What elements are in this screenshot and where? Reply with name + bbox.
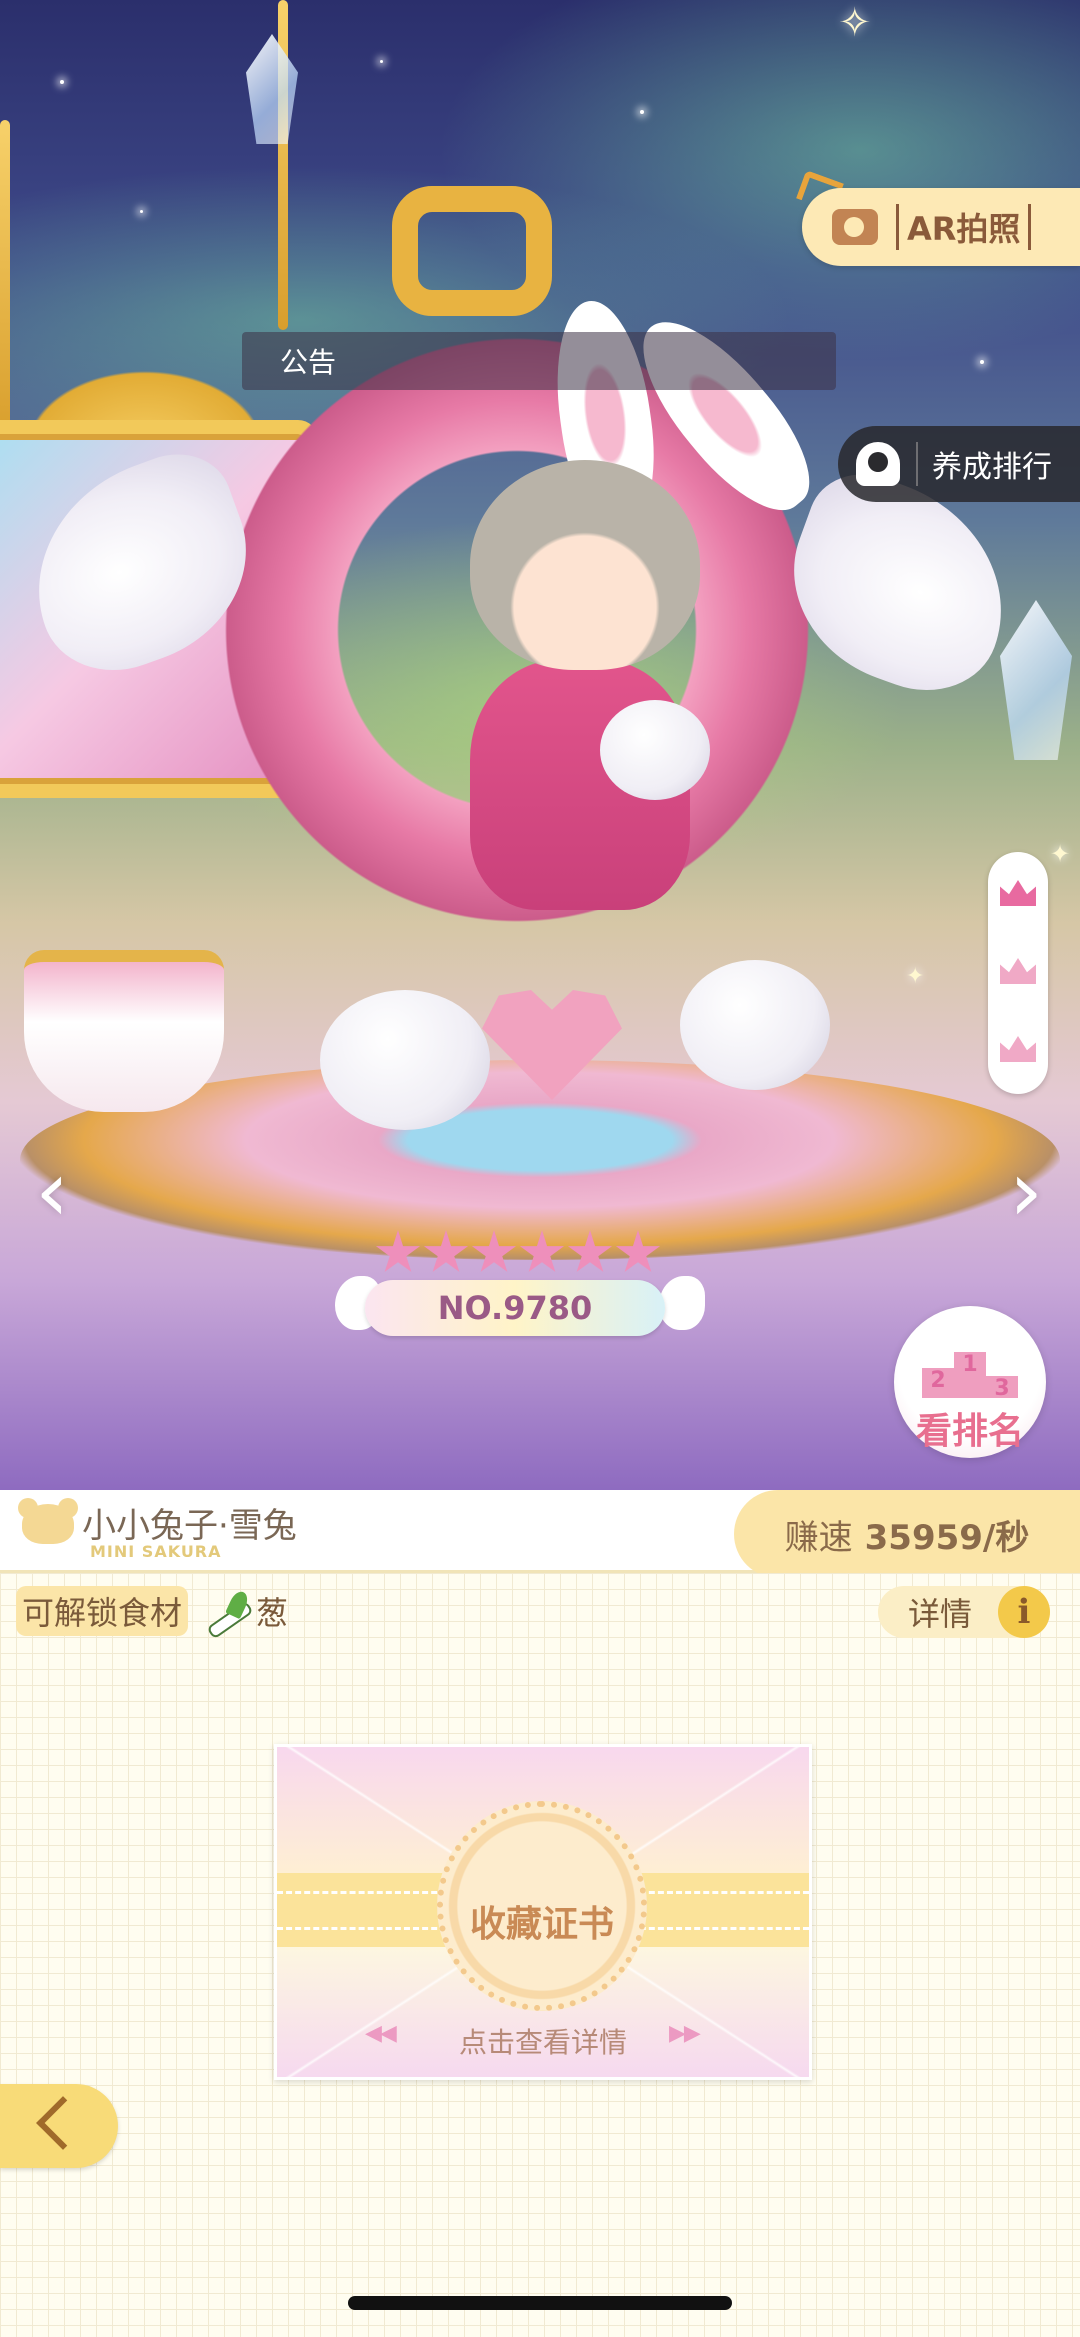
unlockable-ingredients: 可解锁食材 葱 — [16, 1586, 288, 1636]
notice-bar[interactable]: 公告 — [242, 332, 836, 390]
app-root: ✦ ✦ ✦ ✧ 公告 AR拍照 — [0, 0, 1080, 2337]
bunny-figure — [680, 960, 830, 1090]
character-head — [470, 460, 700, 670]
details-label: 详情 — [908, 1595, 973, 1633]
ar-photo-label: AR拍照 — [896, 204, 1032, 250]
back-arrow-icon — [36, 2096, 90, 2150]
podium-second: 2 — [922, 1368, 954, 1398]
ingredient-name: 葱 — [256, 1594, 289, 1632]
crown-level-selector — [988, 852, 1048, 1094]
next-arrow-button[interactable]: › — [996, 1149, 1056, 1233]
bunny-figure — [600, 700, 710, 800]
camera-icon — [832, 209, 878, 245]
podium-third: 3 — [986, 1376, 1018, 1401]
star-icon — [519, 1230, 565, 1272]
badge-number: NO.9780 — [437, 1289, 593, 1327]
details-button[interactable]: 详情 i — [878, 1586, 1050, 1638]
teacup-decoration — [24, 950, 224, 1112]
star — [980, 360, 984, 364]
collection-certificate-card[interactable]: 收藏证书 ◀◀ 点击查看详情 ▶▶ — [274, 1744, 812, 2080]
view-leaderboard-button[interactable]: 2 1 3 看排名 — [894, 1306, 1046, 1458]
star — [640, 110, 644, 114]
sparkle: ✦ — [1050, 840, 1071, 868]
training-ranking-label: 养成排行 — [932, 450, 1052, 485]
character-name: 小小兔子·雪兔 — [82, 1506, 297, 1546]
unlockable-ingredients-label: 可解锁食材 — [16, 1586, 189, 1636]
character-info-strip: 小小兔子·雪兔 MINI SAKURA 赚速 35959/秒 — [0, 1490, 1080, 1578]
earn-speed-pill: 赚速 35959/秒 — [734, 1490, 1080, 1578]
character-series: MINI SAKURA — [90, 1542, 222, 1561]
star — [140, 210, 143, 213]
earn-speed-label: 赚速 — [784, 1517, 853, 1558]
bunny-figure — [320, 990, 490, 1130]
crown-icon[interactable] — [1000, 880, 1036, 906]
sparkle: ✧ — [838, 0, 872, 46]
star-icon — [615, 1230, 661, 1272]
certificate-title: 收藏证书 — [469, 1904, 614, 1945]
star-icon — [471, 1230, 517, 1272]
star — [380, 60, 383, 63]
podium-first: 1 — [954, 1352, 986, 1398]
crown-icon[interactable] — [1000, 1036, 1036, 1062]
sparkle: ✦ — [906, 964, 925, 989]
character-scene: ✦ ✦ ✦ ✧ 公告 AR拍照 — [0, 0, 1080, 1490]
star-icon — [423, 1230, 469, 1272]
star-icon — [567, 1230, 613, 1272]
star — [60, 80, 64, 84]
crystal-ornament — [246, 34, 298, 144]
level-badge: NO.9780 — [335, 1230, 705, 1336]
divider — [916, 442, 918, 486]
ar-photo-button[interactable]: AR拍照 — [802, 188, 1080, 266]
notice-label: 公告 — [280, 346, 337, 379]
home-indicator[interactable] — [348, 2296, 732, 2310]
crown-icon[interactable] — [1000, 958, 1036, 984]
ring-handle — [392, 186, 552, 316]
star-icon — [375, 1230, 421, 1272]
prev-arrow-button[interactable]: ‹ — [22, 1149, 82, 1233]
view-leaderboard-label: 看排名 — [915, 1411, 1024, 1452]
info-icon: i — [998, 1586, 1050, 1638]
trophy-icon — [856, 442, 900, 486]
earn-speed-value: 35959/秒 — [864, 1517, 1030, 1558]
crystal-ornament — [1000, 600, 1072, 760]
certificate-cta: 点击查看详情 — [458, 2026, 627, 2059]
leek-icon — [202, 1591, 252, 1631]
podium-icon: 2 1 3 — [922, 1342, 1018, 1401]
badge-plate: NO.9780 — [365, 1280, 665, 1336]
right-double-arrow-icon: ▶▶ — [669, 2021, 701, 2046]
back-button[interactable] — [0, 2084, 118, 2168]
badge-stars — [375, 1230, 661, 1276]
wing-icon — [659, 1276, 705, 1330]
bear-head-icon — [18, 1498, 78, 1544]
hanging-chain — [0, 120, 10, 440]
certificate-seal: 收藏证书 — [437, 1801, 647, 2011]
training-ranking-button[interactable]: 养成排行 — [838, 426, 1080, 502]
